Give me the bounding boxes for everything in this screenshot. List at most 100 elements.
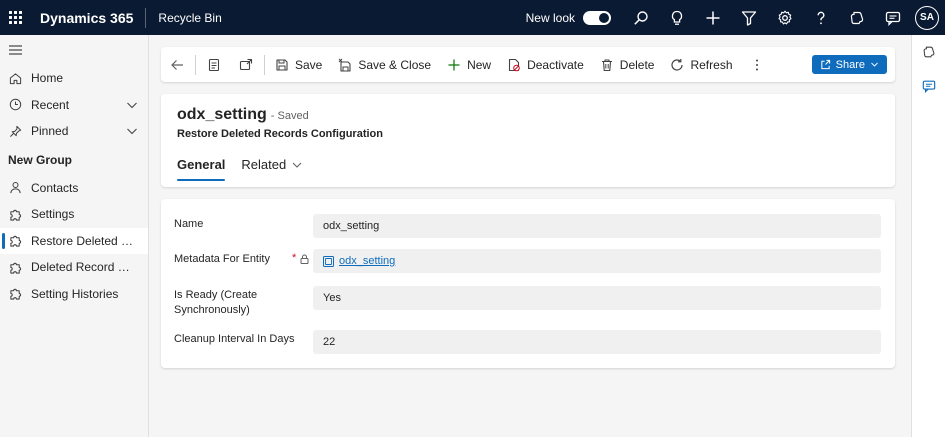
field-label: Is Ready (Create Synchronously) (174, 289, 258, 316)
sidebar-item-pinned[interactable]: Pinned (0, 118, 148, 145)
command-bar: Save Save & Close New Deactivate Delete … (161, 47, 895, 82)
chat-icon (885, 11, 901, 26)
open-window-icon (239, 58, 253, 70)
right-side-pane (911, 35, 945, 437)
sidebar-item-home[interactable]: Home (0, 65, 148, 92)
save-close-button[interactable]: Save & Close (330, 47, 439, 82)
save-button[interactable]: Save (267, 47, 330, 82)
filter-button[interactable] (731, 0, 767, 35)
chat-icon (922, 80, 936, 93)
lock-icon (300, 254, 309, 264)
entity-name: Restore Deleted Records Configuration (177, 128, 383, 140)
lightbulb-icon (671, 10, 683, 25)
trash-icon (601, 58, 612, 71)
plus-icon (706, 11, 720, 24)
avatar[interactable]: SA (915, 5, 939, 30)
new-button[interactable] (695, 0, 731, 35)
field-value: odx_setting (323, 220, 380, 232)
delete-label: Delete (619, 57, 655, 72)
sidebar-item-recent[interactable]: Recent (0, 92, 148, 119)
page-title: odx_setting - Saved (177, 106, 309, 124)
copilot-button[interactable] (839, 0, 875, 35)
tab-general[interactable]: General (177, 157, 226, 181)
settings-button[interactable] (767, 0, 803, 35)
pin-icon (9, 125, 21, 137)
sidebar-item-label: Recent (31, 97, 70, 112)
share-icon (820, 59, 830, 70)
form-view-button[interactable] (198, 47, 230, 82)
document-icon (208, 58, 220, 71)
sidebar-item-label: Home (31, 71, 64, 86)
brand-title[interactable]: Dynamics 365 (40, 10, 133, 26)
new-look-toggle[interactable] (583, 10, 611, 25)
chevron-down-icon[interactable] (126, 99, 138, 111)
filter-icon (741, 10, 757, 26)
cleanup-interval-field[interactable]: 22 (313, 330, 881, 354)
deactivate-button[interactable]: Deactivate (499, 47, 592, 82)
is-ready-field[interactable]: Yes (313, 286, 881, 310)
field-label: Metadata For Entity (174, 253, 270, 265)
new-label: New (467, 57, 492, 72)
share-button[interactable]: Share (811, 55, 887, 74)
sidebar-item-label: Restore Deleted Rec... (31, 233, 136, 248)
deactivate-label: Deactivate (527, 57, 584, 72)
refresh-button[interactable]: Refresh (662, 47, 740, 82)
more-commands-button[interactable] (741, 47, 773, 82)
sidebar-item-label: Settings (31, 207, 75, 222)
field-label: Cleanup Interval In Days (174, 333, 295, 345)
record-title: odx_setting (177, 106, 267, 123)
sidebar-item-contacts[interactable]: Contacts (0, 175, 148, 202)
search-icon (634, 10, 648, 25)
sidebar-item-restore-deleted-records[interactable]: Restore Deleted Rec... (0, 227, 148, 254)
sidebar-item-label: Contacts (31, 180, 79, 195)
name-field[interactable]: odx_setting (313, 214, 881, 238)
sidebar-item-label: Setting Histories (31, 286, 119, 301)
ideas-button[interactable] (659, 0, 695, 35)
command-divider (195, 54, 196, 75)
open-new-window-button[interactable] (230, 47, 262, 82)
tab-label: Related (241, 157, 287, 172)
tab-related[interactable]: Related (241, 157, 302, 181)
save-close-label: Save & Close (358, 57, 432, 72)
save-label: Save (295, 57, 323, 72)
refresh-icon (671, 58, 684, 71)
refresh-label: Refresh (690, 57, 733, 72)
arrow-left-icon (171, 59, 183, 70)
waffle-icon (8, 11, 22, 24)
tab-label: General (177, 157, 226, 172)
app-name[interactable]: Recycle Bin (158, 11, 221, 25)
new-look-label: New look (525, 10, 575, 25)
help-button[interactable] (803, 0, 839, 35)
chat-pane-button[interactable] (912, 69, 945, 103)
help-icon (817, 11, 825, 24)
sidebar-item-setting-histories[interactable]: Setting Histories (0, 281, 148, 308)
entity-icon (323, 255, 334, 267)
new-record-button[interactable]: New (439, 47, 499, 82)
puzzle-icon (9, 262, 21, 274)
lookup-link[interactable]: odx_setting (339, 255, 395, 267)
app-launcher-button[interactable] (0, 0, 30, 35)
puzzle-icon (9, 236, 21, 247)
required-indicator: * (292, 252, 297, 264)
gear-icon (778, 10, 792, 24)
back-button[interactable] (161, 47, 193, 82)
delete-button[interactable]: Delete (592, 47, 663, 82)
chat-button[interactable] (875, 0, 911, 35)
sidebar-item-settings[interactable]: Settings (0, 201, 148, 228)
field-value: Yes (323, 292, 341, 304)
copilot-pane-button[interactable] (912, 35, 945, 69)
more-vertical-icon (755, 59, 758, 70)
puzzle-icon (9, 209, 21, 221)
deactivate-icon (509, 58, 520, 71)
hamburger-icon (9, 45, 22, 55)
search-button[interactable] (623, 0, 659, 35)
sidebar-item-deleted-record-references[interactable]: Deleted Record Refe... (0, 254, 148, 281)
home-icon (9, 73, 21, 84)
metadata-entity-lookup[interactable]: odx_setting (313, 249, 881, 273)
chevron-down-icon (871, 62, 878, 67)
copilot-icon (923, 46, 935, 58)
record-header: odx_setting - Saved Restore Deleted Recor… (161, 94, 895, 187)
chevron-down-icon[interactable] (126, 125, 138, 137)
nav-toggle-button[interactable] (0, 35, 148, 65)
sidebar-item-label: Pinned (31, 124, 69, 139)
